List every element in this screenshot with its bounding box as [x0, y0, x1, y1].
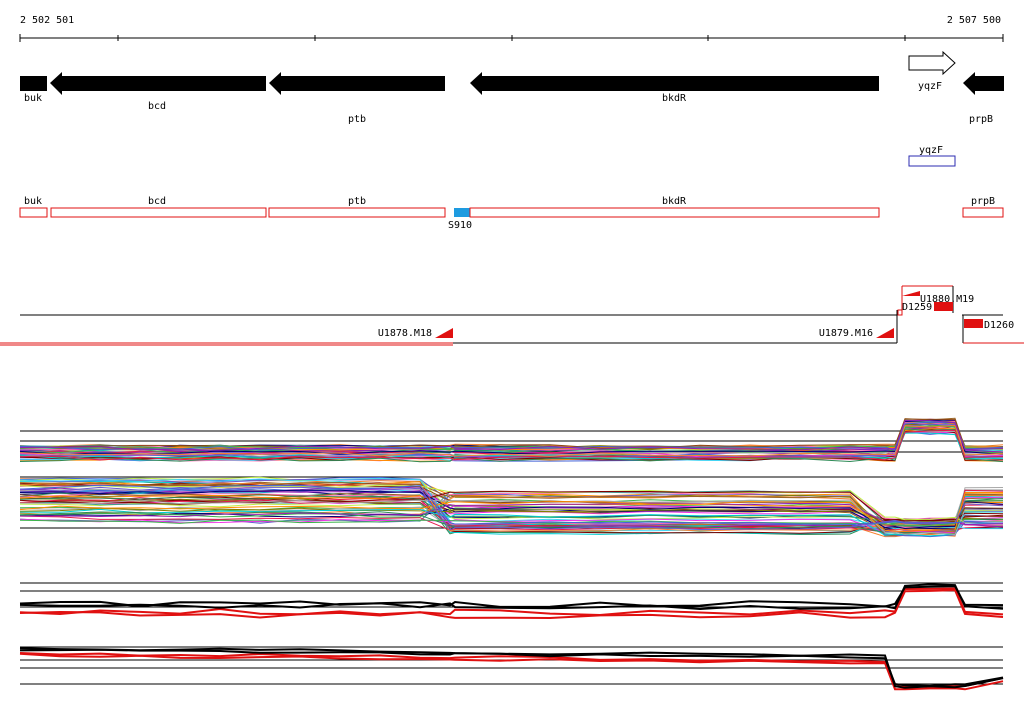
segment-label-D1259: D1259 [902, 302, 932, 313]
gene-arrow-prpB[interactable] [963, 72, 1004, 95]
lower-box-bcd[interactable] [50, 207, 267, 218]
segment-label-U1878.M18: U1878.M18 [378, 328, 432, 339]
gene-label-buk: buk [24, 93, 42, 104]
expression-trace [19, 418, 1004, 449]
ruler-start-label: 2 502 501 [20, 15, 74, 26]
gene-label-bkdR: bkdR [662, 93, 687, 104]
segment-marker-U1880.M19[interactable] [902, 291, 920, 296]
gene-label-bcd: bcd [148, 101, 166, 112]
coordinate-ruler: 2 502 501 2 507 500 [19, 15, 1004, 42]
segment-track: U1878.M18 U1879.M16 U1880.M19 D1259 D126… [0, 285, 1024, 346]
expression-trace [19, 587, 1004, 617]
expression-panel-upper [19, 417, 1004, 538]
lower-feature-track: buk bcd ptb S910 bkdR prpB [19, 196, 1004, 231]
gene-track: buk bcd ptb bkdR yqzF prpB [20, 50, 1004, 125]
lower-box-ptb[interactable] [268, 207, 446, 218]
ruler-end-label: 2 507 500 [947, 15, 1001, 26]
lower-box-label-bcd: bcd [148, 196, 166, 207]
lower-box-S910[interactable] [454, 208, 470, 217]
upper-box-yqzF[interactable] [908, 155, 956, 167]
gene-arrow-bcd[interactable] [50, 72, 266, 95]
gene-arrow-yqzF[interactable] [908, 50, 956, 76]
lower-box-label-prpB: prpB [971, 196, 995, 207]
lower-box-buk[interactable] [19, 207, 48, 218]
gene-arrow-bkdR[interactable] [470, 72, 879, 95]
expression-panel-lower [19, 582, 1004, 691]
gene-label-prpB: prpB [969, 114, 993, 125]
genome-browser-view: 2 502 501 2 507 500 buk bcd ptb bkdR yqz… [0, 15, 1024, 691]
gene-label-yqzF: yqzF [918, 81, 942, 92]
expression-trace [19, 585, 1004, 608]
upper-box-label-yqzF: yqzF [919, 145, 943, 156]
lower-box-label-S910: S910 [448, 220, 472, 231]
segment-marker-U1878.M18[interactable] [435, 328, 453, 338]
expression-profiles-lower [19, 583, 1004, 691]
upper-feature-track: yqzF [908, 145, 956, 167]
segment-marker-D1260[interactable] [964, 319, 983, 328]
segment-label-U1879.M16: U1879.M16 [819, 328, 873, 339]
segment-marker-D1259[interactable] [934, 302, 953, 311]
lower-box-bkdR[interactable] [469, 207, 880, 218]
lower-box-prpB[interactable] [962, 207, 1004, 218]
segment-marker-U1879.M16[interactable] [876, 328, 894, 338]
lower-box-label-ptb: ptb [348, 196, 366, 207]
lower-box-label-bkdR: bkdR [662, 196, 687, 207]
gene-arrow-ptb[interactable] [269, 72, 445, 95]
expression-trace [19, 422, 1004, 449]
lower-box-label-buk: buk [24, 196, 42, 207]
gene-label-ptb: ptb [348, 114, 366, 125]
segment-label-D1260: D1260 [984, 320, 1014, 331]
gene-arrow-buk[interactable] [20, 76, 47, 91]
